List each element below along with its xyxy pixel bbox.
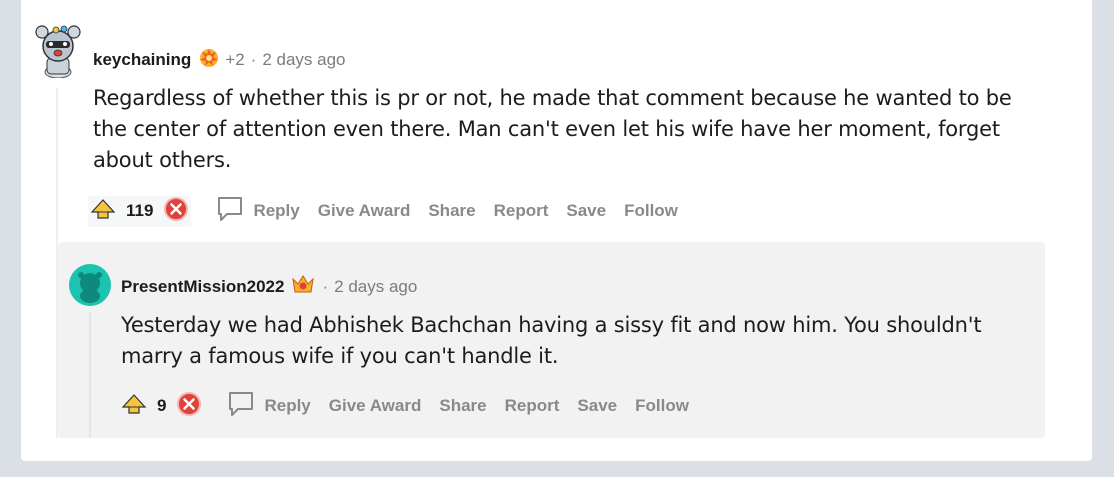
downvote-icon[interactable] (176, 391, 202, 422)
follow-button[interactable]: Follow (635, 396, 689, 416)
reply-bubble-icon (215, 194, 245, 229)
save-button[interactable]: Save (566, 201, 606, 221)
follow-button[interactable]: Follow (624, 201, 678, 221)
timestamp[interactable]: 2 days ago (334, 277, 417, 297)
report-button[interactable]: Report (505, 396, 560, 416)
vote-score: 119 (126, 201, 154, 220)
downvote-icon[interactable] (163, 196, 189, 227)
upvote-icon[interactable] (121, 393, 147, 420)
username[interactable]: keychaining (93, 50, 191, 70)
comment-body: Yesterday we had Abhishek Bachchan havin… (121, 313, 982, 368)
report-button[interactable]: Report (494, 201, 549, 221)
vote-widget: 9 (121, 391, 202, 422)
vote-score: 9 (157, 396, 167, 415)
avatar[interactable] (68, 263, 112, 307)
comment-actions: 119 Reply Give Award Share Report Save F… (88, 195, 678, 227)
comment-header: keychaining +2 · 2 days ago (93, 46, 346, 73)
timestamp[interactable]: 2 days ago (262, 50, 345, 70)
reply-label: Reply (253, 201, 300, 220)
reply-label: Reply (264, 396, 311, 415)
username[interactable]: PresentMission2022 (121, 277, 284, 297)
avatar[interactable] (33, 22, 83, 79)
extra-awards-count[interactable]: +2 (225, 50, 244, 70)
separator-dot: · (322, 276, 329, 296)
comment-body: Regardless of whether this is pr or not,… (93, 86, 1012, 172)
award-icon[interactable] (290, 273, 316, 300)
reply-button[interactable]: Reply (215, 194, 300, 229)
separator-dot: · (250, 49, 257, 69)
vote-widget: 119 (88, 195, 192, 227)
comment-actions: 9 Reply Give Award Share Report Save Fol… (121, 390, 689, 422)
award-icon[interactable] (197, 46, 221, 73)
save-button[interactable]: Save (577, 396, 617, 416)
share-button[interactable]: Share (428, 201, 475, 221)
reply-bubble-icon (226, 389, 256, 424)
reply-button[interactable]: Reply (226, 389, 311, 424)
comment-header: PresentMission2022 · 2 days ago (121, 273, 417, 300)
give-award-button[interactable]: Give Award (329, 396, 422, 416)
thread-line[interactable] (89, 312, 91, 438)
share-button[interactable]: Share (439, 396, 486, 416)
upvote-icon[interactable] (90, 198, 116, 225)
give-award-button[interactable]: Give Award (318, 201, 411, 221)
